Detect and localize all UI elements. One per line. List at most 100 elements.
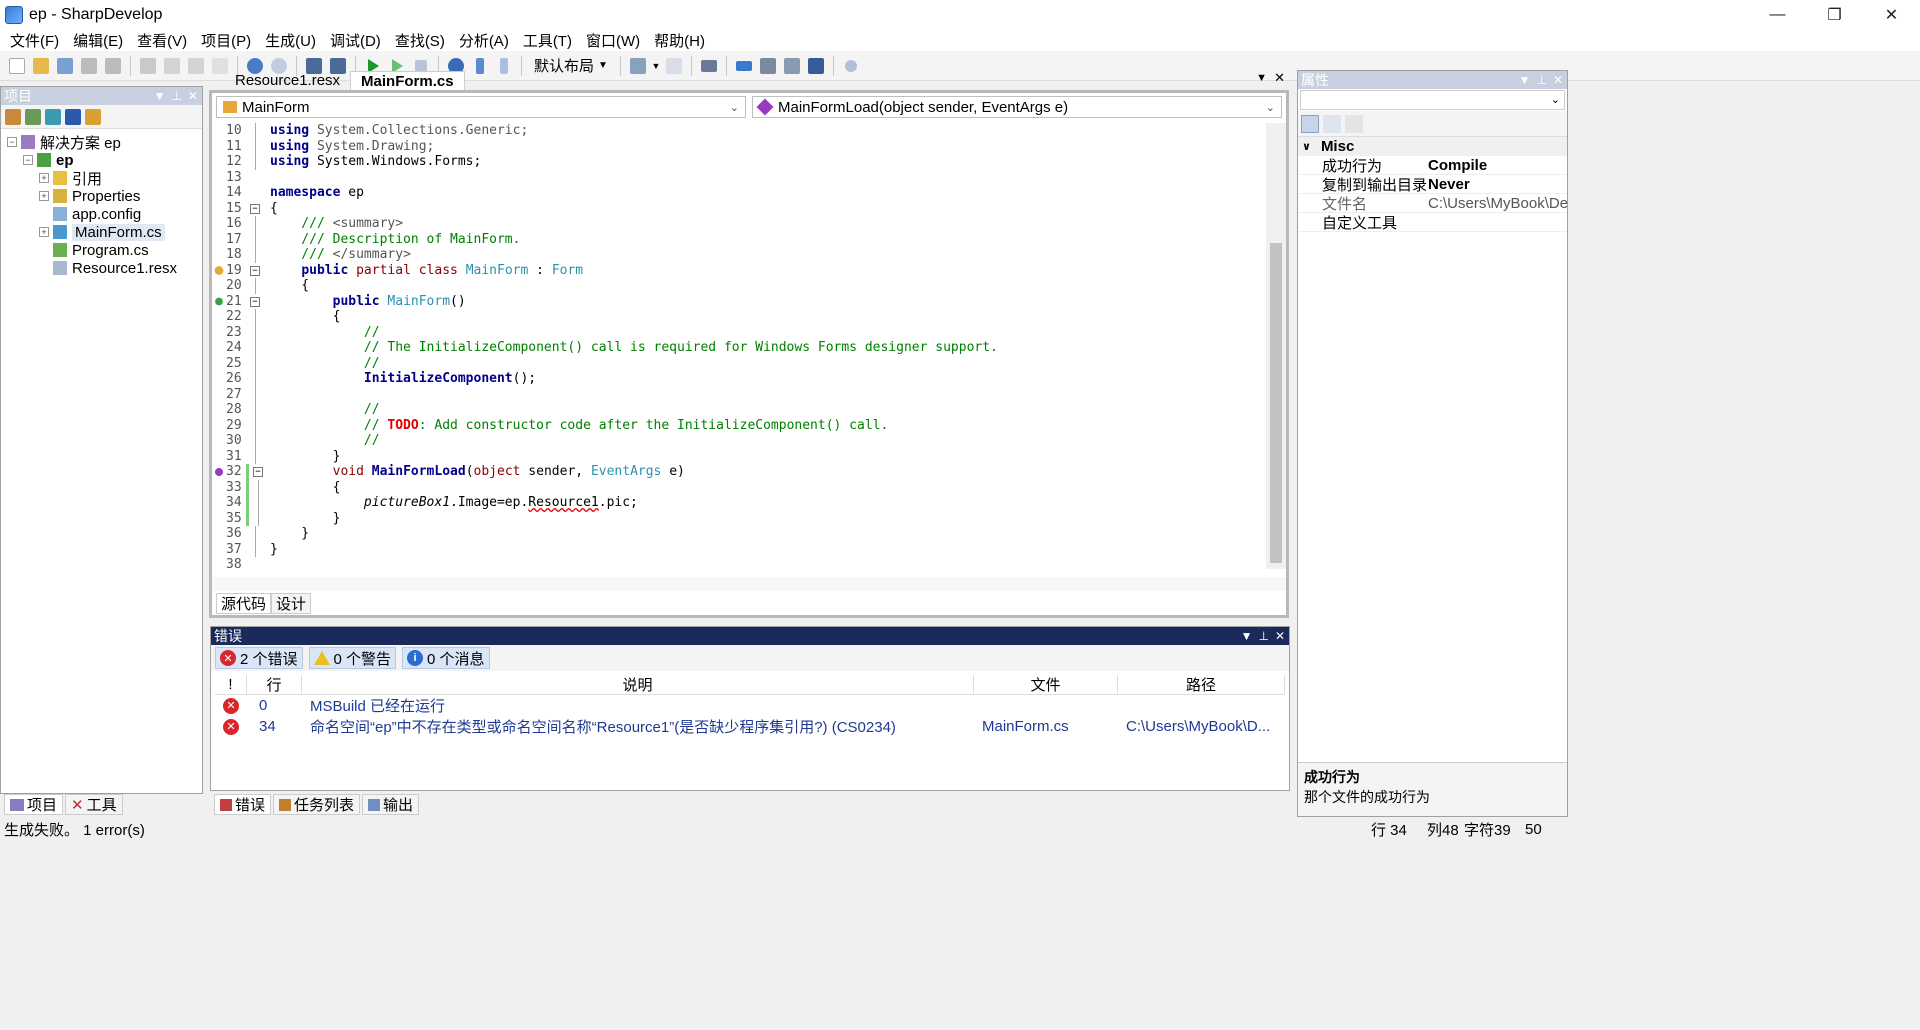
member-combo[interactable]: MainFormLoad(object sender, EventArgs e)… <box>752 96 1282 118</box>
tab-design[interactable]: 设计 <box>271 593 312 614</box>
property-category[interactable]: ∨ Misc <box>1298 137 1567 156</box>
tab-source[interactable]: 源代码 <box>216 593 272 614</box>
tree-item-references[interactable]: + 引用 <box>1 169 202 188</box>
property-row[interactable]: 文件名 C:\Users\MyBook\Deskt <box>1298 194 1567 213</box>
property-row[interactable]: 自定义工具 <box>1298 213 1567 232</box>
fold-toggle[interactable]: − <box>250 296 260 307</box>
tree-expander[interactable]: − <box>7 137 17 147</box>
tree-item-solution[interactable]: − 解决方案 ep <box>1 133 202 152</box>
menu-view[interactable]: 查看(V) <box>131 30 195 51</box>
paste-icon[interactable] <box>185 55 207 77</box>
menu-help[interactable]: 帮助(H) <box>648 30 713 51</box>
pin-icon[interactable]: ⊥ <box>171 89 181 103</box>
tree-item-mainform[interactable]: + MainForm.cs <box>1 223 202 241</box>
object-selector[interactable]: ⌄ <box>1300 90 1565 110</box>
tree-item-project[interactable]: − ep <box>1 151 202 169</box>
fold-toggle[interactable]: − <box>250 265 260 276</box>
menu-debug[interactable]: 调试(D) <box>324 30 389 51</box>
open-folder-icon[interactable] <box>30 55 52 77</box>
class-combo[interactable]: MainForm ⌄ <box>216 96 746 118</box>
column-header-path[interactable]: 路径 <box>1118 675 1285 694</box>
filter-warnings-button[interactable]: 0 个警告 <box>308 647 397 669</box>
column-header-icon[interactable]: ! <box>215 675 247 694</box>
add-item-icon[interactable] <box>25 108 41 125</box>
code-line: 12 using System.Windows.Forms; <box>226 154 482 170</box>
tree-item-app-config[interactable]: app.config <box>1 205 202 223</box>
menu-window[interactable]: 窗口(W) <box>580 30 648 51</box>
tree-item-properties[interactable]: + Properties <box>1 187 202 205</box>
menu-tools[interactable]: 工具(T) <box>517 30 580 51</box>
tree-item-program[interactable]: Program.cs <box>1 241 202 259</box>
menu-build[interactable]: 生成(U) <box>259 30 324 51</box>
close-icon[interactable]: ✕ <box>188 89 198 103</box>
tab-project[interactable]: 项目 <box>4 794 64 815</box>
filter-errors-button[interactable]: ✕ 2 个错误 <box>215 647 303 669</box>
alphabetical-icon[interactable] <box>1323 114 1341 133</box>
save-icon[interactable] <box>78 55 100 77</box>
menu-analysis[interactable]: 分析(A) <box>453 30 517 51</box>
tree-expander[interactable]: − <box>23 155 33 165</box>
pin-icon[interactable]: ⊥ <box>1536 73 1546 87</box>
new-file-icon[interactable] <box>6 55 28 77</box>
menu-file[interactable]: 文件(F) <box>4 30 67 51</box>
tab-task-list[interactable]: 任务列表 <box>273 794 361 815</box>
table-row[interactable]: ✕ 0 MSBuild 已经在运行 <box>215 695 1285 716</box>
horizontal-scrollbar[interactable] <box>212 577 1286 591</box>
close-icon[interactable]: ✕ <box>1275 629 1285 643</box>
show-all-files-icon[interactable] <box>85 108 101 125</box>
tree-expander[interactable]: + <box>39 173 49 183</box>
filter-messages-button[interactable]: i0 个消息 <box>402 647 490 669</box>
tab-dropdown-icon[interactable]: ▼ <box>1256 72 1267 84</box>
column-header-description[interactable]: 说明 <box>302 675 974 694</box>
dropdown-icon[interactable]: ▼ <box>154 89 166 103</box>
minimize-button[interactable]: — <box>1749 0 1806 29</box>
method-marker-icon[interactable] <box>212 293 226 309</box>
code-area[interactable]: 10 using System.Collections.Generic; 11 us… <box>212 123 1266 572</box>
fold-toggle[interactable]: − <box>253 467 263 477</box>
save-all-icon[interactable] <box>102 55 124 77</box>
pin-icon[interactable]: ⊥ <box>1258 629 1268 643</box>
tab-label: 输出 <box>383 797 414 814</box>
tree-item-resource[interactable]: Resource1.resx <box>1 259 202 277</box>
tab-resource1-resx[interactable]: Resource1.resx <box>225 71 350 90</box>
property-value[interactable]: Never <box>1402 176 1567 193</box>
dropdown-icon[interactable]: ▼ <box>1241 629 1253 643</box>
tab-tools[interactable]: ✕ 工具 <box>65 794 123 815</box>
open-project-icon[interactable] <box>54 55 76 77</box>
collapse-all-icon[interactable] <box>65 108 81 125</box>
properties-icon[interactable] <box>5 108 21 125</box>
method-marker-icon[interactable] <box>212 464 226 480</box>
vertical-scrollbar[interactable] <box>1266 123 1286 569</box>
tab-mainform-cs[interactable]: MainForm.cs <box>350 71 465 90</box>
property-value[interactable]: C:\Users\MyBook\Deskt <box>1402 195 1567 212</box>
cut-icon[interactable] <box>137 55 159 77</box>
copy-icon[interactable] <box>161 55 183 77</box>
solution-icon <box>21 135 35 149</box>
class-marker-icon[interactable] <box>212 262 226 278</box>
menu-project[interactable]: 项目(P) <box>195 30 259 51</box>
dropdown-icon[interactable]: ▼ <box>1519 73 1531 87</box>
tab-output[interactable]: 输出 <box>362 794 420 815</box>
property-row[interactable]: 复制到输出目录 Never <box>1298 175 1567 194</box>
line-number: 12 <box>226 154 242 169</box>
tab-errors[interactable]: 错误 <box>214 794 272 815</box>
menu-edit[interactable]: 编辑(E) <box>67 30 131 51</box>
close-button[interactable]: ✕ <box>1863 0 1920 29</box>
tree-expander[interactable]: + <box>39 227 49 237</box>
tree-expander[interactable]: + <box>39 191 49 201</box>
column-header-line[interactable]: 行 <box>247 675 302 694</box>
column-header-file[interactable]: 文件 <box>974 675 1118 694</box>
refresh-icon[interactable] <box>45 108 61 125</box>
tree-item-label: MainForm.cs <box>72 223 165 241</box>
property-value[interactable]: Compile <box>1402 157 1567 174</box>
scroll-thumb[interactable] <box>1270 243 1282 563</box>
property-pages-icon[interactable] <box>1345 114 1363 133</box>
fold-toggle[interactable]: − <box>250 203 260 214</box>
close-icon[interactable]: ✕ <box>1274 70 1285 86</box>
property-row[interactable]: 成功行为 Compile <box>1298 156 1567 175</box>
maximize-button[interactable]: ❐ <box>1806 0 1863 29</box>
table-row[interactable]: ✕ 34 命名空间“ep”中不存在类型或命名空间名称“Resource1”(是否… <box>215 716 1285 737</box>
menu-search[interactable]: 查找(S) <box>389 30 453 51</box>
close-icon[interactable]: ✕ <box>1553 73 1563 87</box>
categorized-icon[interactable] <box>1301 114 1319 133</box>
